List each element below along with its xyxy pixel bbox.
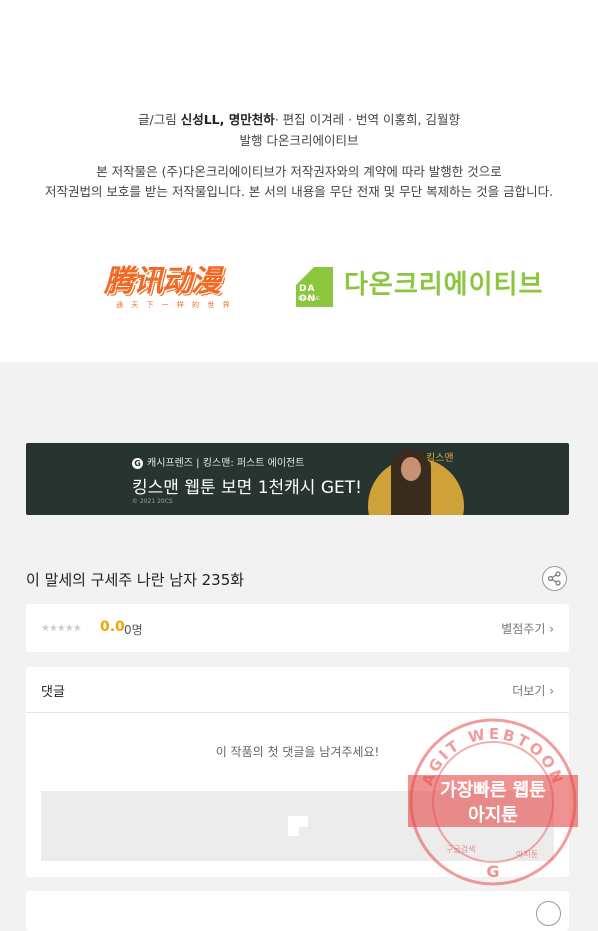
banner-character-face bbox=[401, 457, 421, 481]
banner-movie-logo: 킹스맨 bbox=[426, 453, 454, 464]
next-card bbox=[26, 891, 569, 931]
next-card-button[interactable] bbox=[536, 901, 561, 926]
rating-score: 0.0 bbox=[100, 619, 125, 635]
star-rating-icon: ★★★★★ bbox=[41, 623, 82, 634]
watermark-line2: 아지툰 bbox=[468, 805, 518, 826]
credits-editors: · 편집 이겨레 · 번역 이홍희, 김월향 bbox=[274, 112, 460, 127]
copyright-notice-1: 본 저작물은 (주)다온크리에이티브가 저작권자와의 계약에 따라 발행한 것으… bbox=[96, 164, 502, 179]
daon-logo-mark: DA ON CREATIVE bbox=[296, 267, 333, 307]
tencent-comics-logo: 腾讯动漫 通 天 下 一 样 的 世 界 bbox=[104, 264, 236, 316]
cashfriends-icon: G bbox=[132, 458, 143, 469]
comment-placeholder-icon bbox=[288, 816, 308, 836]
rating-count: 0명 bbox=[124, 623, 143, 637]
rating-card: ★★★★★ 0.0 0명 별점주기 › bbox=[26, 604, 569, 652]
google-icon: G bbox=[486, 862, 499, 881]
daon-logo-name: 다온크리에이티브 bbox=[344, 270, 544, 300]
copyright-notice-2: 저작권법의 보호를 받는 저작물입니다. 본 서의 내용을 무단 전재 및 무단… bbox=[44, 184, 554, 199]
comments-label: 댓글 bbox=[41, 685, 65, 700]
tencent-logo-text: 腾讯动漫 bbox=[104, 264, 221, 299]
publisher-line: 발행 다온크리에이티브 bbox=[239, 133, 359, 148]
banner-brand: G 캐시프렌즈 | 킹스맨: 퍼스트 에이전트 bbox=[132, 454, 304, 469]
episode-title: 이 말세의 구세주 나란 남자 235화 bbox=[26, 571, 245, 589]
rate-button[interactable]: 별점주기 › bbox=[501, 620, 554, 637]
comments-header: 댓글 더보기 › bbox=[26, 667, 569, 713]
credits-prefix: 글/그림 bbox=[138, 112, 181, 127]
share-icon bbox=[547, 571, 561, 586]
tencent-logo-slogan: 通 天 下 一 样 的 世 界 bbox=[116, 301, 233, 309]
banner-copyright: © 2021 20CS bbox=[132, 498, 173, 505]
watermark-bottom-right: 아지툰 bbox=[516, 849, 538, 859]
daon-mark-subtext: CREATIVE bbox=[298, 297, 320, 302]
agit-webtoon-watermark: AGIT WEBTOON 가장빠른 웹툰 아지툰 구글검색 아지툰 G bbox=[408, 718, 578, 886]
watermark-line1: 가장빠른 웹툰 bbox=[440, 780, 546, 801]
promo-banner[interactable]: G 캐시프렌즈 | 킹스맨: 퍼스트 에이전트 킹스맨 웹툰 보면 1천캐시 GE… bbox=[26, 443, 569, 515]
watermark-bottom-left: 구글검색 bbox=[446, 844, 475, 854]
share-button[interactable] bbox=[542, 566, 567, 591]
copyright-section: 글/그림 신성LL, 명만천하· 편집 이겨레 · 번역 이홍희, 김월향 발행… bbox=[0, 0, 598, 362]
credits-authors: 신성LL, 명만천하 bbox=[180, 112, 275, 127]
banner-headline: 킹스맨 웹툰 보면 1천캐시 GET! bbox=[132, 478, 362, 498]
daon-creative-logo: DA ON CREATIVE 다온크리에이티브 bbox=[296, 267, 556, 307]
banner-brand-text: 캐시프렌즈 | 킹스맨: 퍼스트 에이전트 bbox=[147, 458, 305, 469]
credits-line: 글/그림 신성LL, 명만천하· 편집 이겨레 · 번역 이홍희, 김월향 bbox=[0, 109, 598, 128]
comments-more-link[interactable]: 더보기 › bbox=[512, 682, 554, 699]
